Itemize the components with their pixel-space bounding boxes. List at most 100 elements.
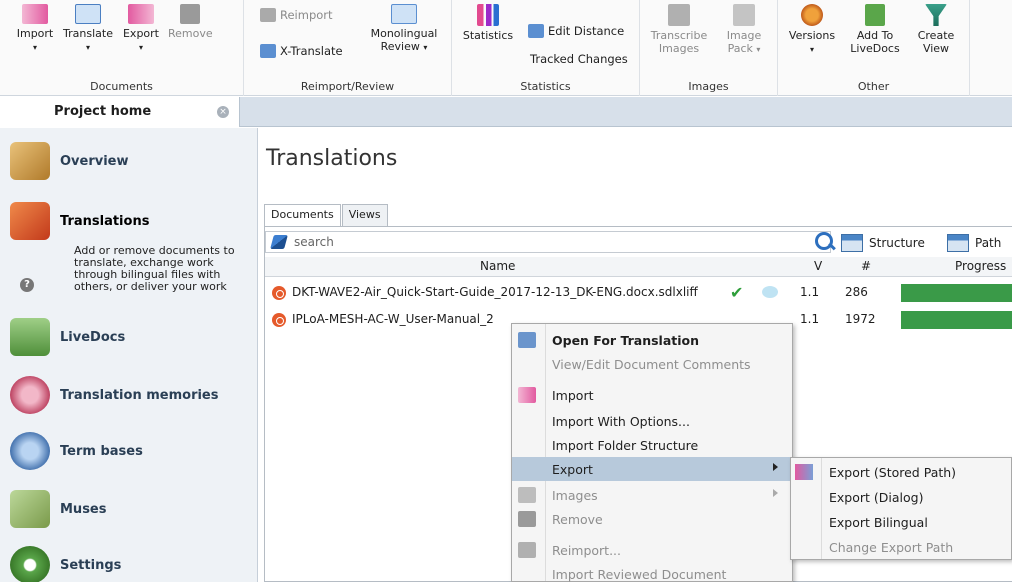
- menu-item-export-bilingual[interactable]: Export Bilingual: [791, 510, 1011, 534]
- sidebar-item-overview[interactable]: Overview: [10, 142, 129, 180]
- menu-item-import[interactable]: Import: [512, 383, 792, 407]
- livedocs-icon: [10, 318, 50, 356]
- help-icon[interactable]: ?: [20, 278, 34, 292]
- menu-item-change-export-path[interactable]: Change Export Path: [791, 535, 1011, 559]
- column-count[interactable]: #: [861, 259, 871, 273]
- translate-button[interactable]: Translate ▾: [62, 4, 114, 54]
- column-version[interactable]: V: [814, 259, 822, 273]
- sidebar-item-livedocs[interactable]: LiveDocs: [10, 318, 125, 356]
- column-progress[interactable]: Progress: [955, 259, 1006, 273]
- add-to-livedocs-icon: [865, 4, 885, 26]
- group-label-reimport-review: Reimport/Review: [300, 80, 395, 93]
- sidebar-item-settings[interactable]: Settings: [10, 546, 121, 582]
- filter-icon: [925, 4, 947, 26]
- document-name: IPLoA-MESH-AC-W_User-Manual_2: [292, 312, 494, 326]
- translation-memories-icon: [10, 376, 50, 414]
- muses-icon: [10, 490, 50, 528]
- monolingual-review-button[interactable]: Monolingual Review ▾: [362, 4, 446, 54]
- column-name[interactable]: Name: [480, 259, 515, 273]
- remove-button[interactable]: Remove: [168, 4, 213, 40]
- edit-distance-button[interactable]: Edit Distance: [528, 24, 624, 38]
- progress-bar: [901, 311, 1012, 329]
- import-icon: [518, 387, 536, 403]
- tab-views[interactable]: Views: [341, 204, 388, 226]
- sidebar-item-translations[interactable]: Translations: [10, 202, 149, 240]
- export-button[interactable]: Export ▾: [118, 4, 164, 54]
- file-icon: [272, 286, 286, 300]
- page-title: Translations: [266, 146, 398, 171]
- group-label-images: Images: [688, 80, 729, 93]
- search-placeholder: search: [294, 235, 334, 249]
- ribbon-group-documents: Import ▾ Translate ▾ Export ▾ Remove Docume…: [0, 0, 244, 96]
- export-icon: [128, 4, 154, 24]
- path-icon: [947, 234, 969, 252]
- close-icon[interactable]: ×: [217, 106, 229, 118]
- images-icon: [518, 487, 536, 503]
- transcribe-images-button[interactable]: Transcribe Images: [646, 4, 712, 55]
- document-version: 1.1: [800, 285, 820, 299]
- group-label-documents: Documents: [90, 80, 153, 93]
- statistics-button[interactable]: Statistics: [458, 4, 518, 42]
- path-button[interactable]: Path: [947, 234, 1001, 252]
- ribbon-group-images: Transcribe Images Image Pack ▾ Images: [640, 0, 778, 96]
- context-menu: Open For Translation View/Edit Document …: [511, 323, 793, 582]
- menu-item-images[interactable]: Images: [512, 483, 792, 507]
- comment-icon[interactable]: [762, 286, 778, 298]
- image-pack-button[interactable]: Image Pack ▾: [716, 4, 772, 56]
- reimport-button[interactable]: Reimport: [260, 8, 333, 22]
- document-count: 286: [845, 285, 868, 299]
- sidebar: Overview Translations Add or remove docu…: [0, 128, 258, 582]
- term-bases-icon: [10, 432, 50, 470]
- export-icon: [795, 464, 813, 480]
- versions-button[interactable]: Versions ▾: [784, 4, 840, 56]
- menu-item-export-stored-path[interactable]: Export (Stored Path): [791, 460, 1011, 484]
- pen-icon: [270, 235, 288, 249]
- submenu-arrow-icon: [773, 463, 778, 471]
- overview-icon: [10, 142, 50, 180]
- add-to-livedocs-button[interactable]: Add To LiveDocs: [846, 4, 904, 55]
- ribbon-group-other: Versions ▾ Add To LiveDocs Create View Ot…: [778, 0, 970, 96]
- menu-item-import-with-options[interactable]: Import With Options...: [512, 409, 792, 433]
- structure-button[interactable]: Structure: [841, 234, 925, 252]
- statistics-icon: [477, 4, 499, 26]
- structure-icon: [841, 234, 863, 252]
- menu-item-reimport[interactable]: Reimport...: [512, 538, 792, 562]
- menu-item-export-dialog[interactable]: Export (Dialog): [791, 485, 1011, 509]
- reimport-icon: [518, 542, 536, 558]
- menu-item-import-reviewed[interactable]: Import Reviewed Document: [512, 562, 792, 582]
- group-label-other: Other: [857, 80, 890, 93]
- search-input[interactable]: search: [265, 231, 831, 253]
- versions-icon: [801, 4, 823, 26]
- table-row[interactable]: DKT-WAVE2-Air_Quick-Start-Guide_2017-12-…: [265, 280, 1012, 306]
- import-button[interactable]: Import ▾: [14, 4, 56, 54]
- create-view-button[interactable]: Create View: [908, 4, 964, 55]
- trash-icon: [518, 511, 536, 527]
- sidebar-item-translation-memories[interactable]: Translation memories: [10, 376, 219, 414]
- tab-title: Project home: [54, 104, 152, 119]
- grid-header: Name V # Progress: [265, 257, 1012, 277]
- reimport-icon: [260, 8, 276, 22]
- sidebar-item-muses[interactable]: Muses: [10, 490, 106, 528]
- submenu-arrow-icon: [773, 489, 778, 497]
- menu-item-import-folder-structure[interactable]: Import Folder Structure: [512, 433, 792, 457]
- open-for-translation-icon: [518, 332, 536, 348]
- tab-project-home[interactable]: Project home ×: [0, 97, 240, 127]
- menu-item-remove[interactable]: Remove: [512, 507, 792, 531]
- menu-item-export[interactable]: Export: [512, 457, 792, 481]
- translations-description: Add or remove documents to translate, ex…: [74, 244, 235, 293]
- menu-item-open-for-translation[interactable]: Open For Translation: [512, 328, 792, 352]
- progress-fill: [901, 311, 1012, 329]
- tab-documents[interactable]: Documents: [264, 204, 341, 227]
- document-tab-strip: Project home ×: [0, 97, 1012, 127]
- file-icon: [272, 313, 286, 327]
- sidebar-item-term-bases[interactable]: Term bases: [10, 432, 143, 470]
- import-icon: [22, 4, 48, 24]
- search-icon[interactable]: [815, 232, 833, 250]
- export-submenu: Export (Stored Path) Export (Dialog) Exp…: [790, 457, 1012, 560]
- x-translate-button[interactable]: X-Translate: [260, 44, 343, 58]
- tracked-changes-button[interactable]: Tracked Changes: [530, 52, 628, 66]
- ribbon-group-statistics: Statistics Edit Distance Tracked Changes…: [452, 0, 640, 96]
- document-version: 1.1: [800, 312, 820, 326]
- translate-icon: [75, 4, 101, 24]
- menu-item-view-edit-comments[interactable]: View/Edit Document Comments: [512, 352, 792, 376]
